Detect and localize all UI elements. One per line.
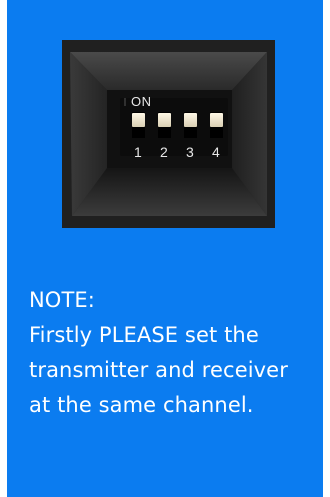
note-heading: NOTE: [29,288,95,312]
dip-knob-2 [158,113,171,127]
dip-number-4: 4 [212,144,220,160]
dip-knob-4 [210,113,223,127]
note-line: at the same channel. [29,393,254,417]
note-line: Firstly PLEASE set the [29,323,259,347]
dip-knob-1 [132,113,145,127]
note-line: transmitter and receiver [29,358,288,382]
dip-number-1: 1 [134,144,142,160]
dip-number-3: 3 [186,144,194,160]
note-block: NOTE: Firstly PLEASE set the transmitter… [29,283,325,423]
info-panel: ON 1 2 3 4 NOTE: Firstly PLEASE set the … [7,0,323,497]
dip-switch-photo: ON 1 2 3 4 [62,40,275,228]
dip-number-2: 2 [160,144,168,160]
dip-switch-housing-graphic [62,40,275,228]
dip-knob-3 [184,113,197,127]
dip-on-label: ON [131,94,152,109]
